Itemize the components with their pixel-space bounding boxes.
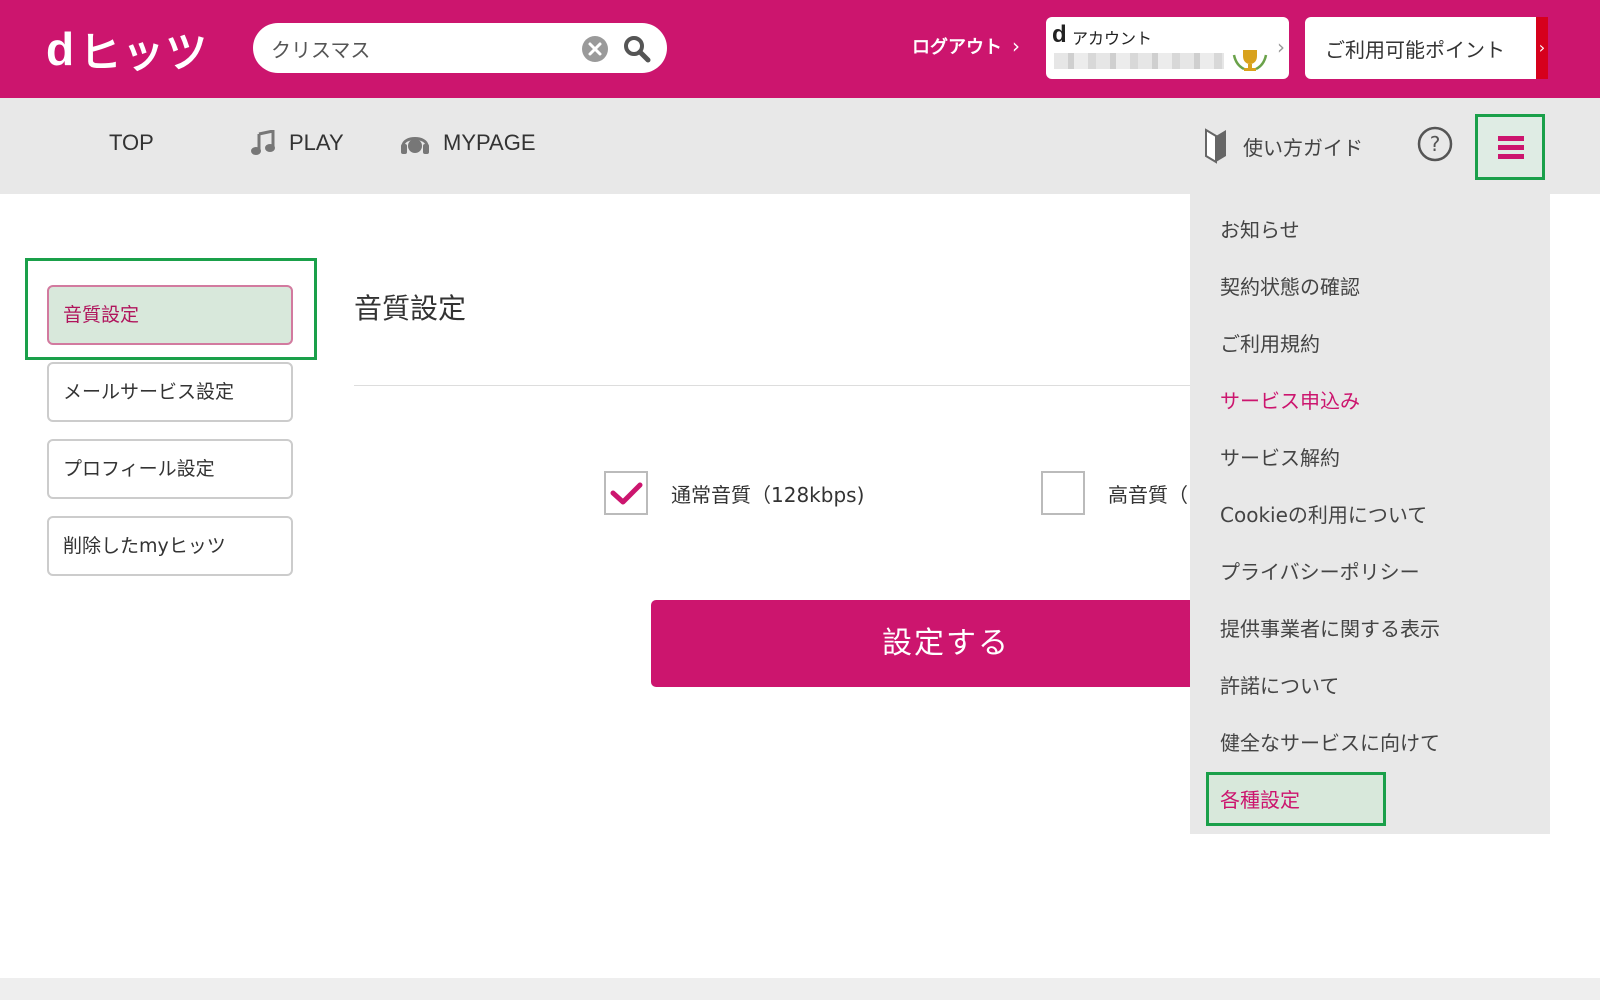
nav-mypage[interactable]: MYPAGE [399,130,536,156]
sidebar-item-label: メールサービス設定 [63,381,235,403]
main-nav: TOP PLAY MYPAGE 使い方ガイド ? [0,98,1600,194]
d-account-button[interactable]: d アカウント › [1046,17,1289,79]
divider [354,385,1194,386]
menu-item-cancel-service[interactable]: サービス解約 [1220,442,1340,471]
nav-play[interactable]: PLAY [249,130,344,156]
menu-item-settings[interactable]: 各種設定 [1220,784,1300,813]
checkmark-icon [610,482,643,505]
dhits-logo[interactable]: d ヒッツ [46,23,208,76]
menu-item-news[interactable]: お知らせ [1220,214,1300,243]
menu-item-cookie[interactable]: Cookieの利用について [1220,499,1427,528]
search-icon[interactable] [623,35,651,63]
sidebar-item-deleted-myhits[interactable]: 削除したmyヒッツ [47,516,293,576]
page-title: 音質設定 [354,292,467,325]
normal-quality-label[interactable]: 通常音質（128kbps) [671,479,864,508]
sidebar-item-label: 音質設定 [63,304,140,326]
logout-link[interactable]: ログアウト › [912,33,1020,59]
header-bar: d ヒッツ ログアウト › d アカウント › ご利用可能ポイント › [0,0,1600,98]
d-account-d: d [1052,21,1067,48]
logo-text: ヒッツ [79,28,209,76]
account-label: アカウント [1072,29,1153,48]
menu-item-terms[interactable]: ご利用規約 [1220,328,1320,357]
submit-settings-button[interactable]: 設定する [651,600,1241,687]
headphones-icon [401,137,429,154]
hamburger-icon-bar [1498,145,1524,150]
normal-quality-checkbox[interactable] [604,471,648,515]
nav-mypage-label: MYPAGE [443,130,536,155]
hamburger-dropdown-menu: お知らせ 契約状態の確認 ご利用規約 サービス申込み サービス解約 Cookie… [1190,194,1550,834]
chevron-right-icon: › [1277,35,1285,59]
sidebar-item-profile[interactable]: プロフィール設定 [47,439,293,499]
high-quality-checkbox[interactable] [1041,471,1085,515]
guide-link[interactable]: 使い方ガイド [1205,128,1363,164]
hamburger-icon-bar [1498,154,1524,159]
help-icon[interactable]: ? [1417,126,1453,162]
high-quality-label[interactable]: 高音質（ [1108,479,1188,508]
search-box [253,23,667,73]
chevron-right-icon: › [1012,34,1020,58]
hamburger-icon [1498,136,1524,141]
music-note-icon [251,130,275,155]
available-points-button[interactable]: ご利用可能ポイント › [1305,17,1548,79]
account-id-blurred [1054,53,1224,69]
guide-label: 使い方ガイド [1243,135,1363,160]
nav-top[interactable]: TOP [109,130,154,156]
logout-label: ログアウト [912,37,1002,58]
svg-text:?: ? [1430,132,1441,156]
menu-item-healthy-service[interactable]: 健全なサービスに向けて [1220,727,1440,756]
sidebar-item-label: プロフィール設定 [63,458,215,480]
menu-item-subscribe[interactable]: サービス申込み [1220,385,1360,414]
sidebar-item-mail-service[interactable]: メールサービス設定 [47,362,293,422]
search-input[interactable] [271,31,571,65]
points-label: ご利用可能ポイント [1325,38,1505,62]
hamburger-menu-button[interactable] [1475,114,1545,180]
menu-item-licenses[interactable]: 許諾について [1220,670,1339,699]
footer-band [0,978,1600,1000]
menu-item-privacy[interactable]: プライバシーポリシー [1220,556,1420,585]
clear-search-icon[interactable] [582,36,608,62]
sidebar-item-label: 削除したmyヒッツ [63,535,226,557]
logo-d: d [46,23,76,75]
nav-top-label: TOP [109,130,154,155]
sidebar-item-sound-quality[interactable]: 音質設定 [47,285,293,345]
nav-play-label: PLAY [289,130,344,155]
beginner-mark-icon [1205,128,1226,164]
menu-item-provider-info[interactable]: 提供事業者に関する表示 [1220,613,1440,642]
chevron-right-icon: › [1536,17,1548,79]
trophy-icon [1232,50,1268,71]
menu-item-contract-status[interactable]: 契約状態の確認 [1220,271,1360,300]
